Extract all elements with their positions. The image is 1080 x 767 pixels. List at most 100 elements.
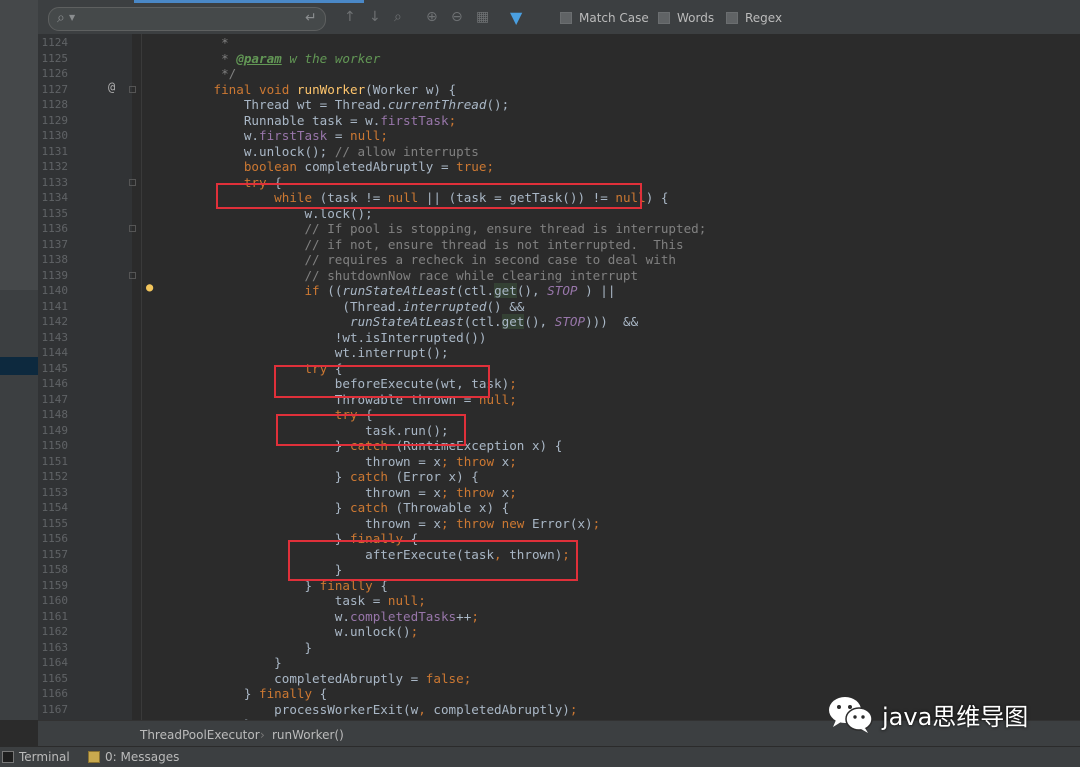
code-token: (), [516,283,548,298]
code-line[interactable]: * @param w the worker [168,51,380,67]
filter-icon[interactable]: ▼ [510,8,522,27]
line-number: 1149 [41,423,69,437]
code-token: ; [509,376,517,391]
regex-option[interactable]: Regex [726,11,782,25]
messages-tab[interactable]: 0: Messages [88,750,179,764]
terminal-tab[interactable]: Terminal [2,750,70,764]
find-in-path-icon[interactable]: ⌕ [394,9,402,25]
line-number: 1166 [41,687,69,700]
arrow-down-icon[interactable]: ↓ [369,9,381,25]
search-box[interactable]: ⌕ ▼ ↵ [48,7,326,31]
lightbulb-icon[interactable]: ● [146,280,153,294]
code-token: ; throw [440,453,502,469]
match-case-checkbox[interactable] [560,12,572,24]
code-token: (Throwable x) { [395,500,510,515]
search-icon[interactable]: ⌕ [57,10,65,26]
code-token: processWorkerExit(w [168,701,419,717]
code-line[interactable]: (Thread.interrupted() && [168,299,524,315]
code-token: (Worker w) { [365,81,457,97]
code-token: ; [410,624,419,639]
code-line[interactable]: w.unlock(); [168,624,418,640]
code-line[interactable]: final void runWorker(Worker w) { [168,82,456,98]
code-editor[interactable]: @ ● 1124 * 1125 * @param w the worker 1126… [38,34,1080,720]
code-line[interactable]: } catch (Throwable x) { [168,500,509,516]
code-token: w.unlock(); [168,143,335,159]
code-line[interactable]: !wt.isInterrupted()) [168,330,487,346]
code-token: true; [456,159,495,174]
code-line[interactable]: thrown = x; throw new Error(x); [168,516,600,532]
code-token: */ [168,66,237,81]
selected-project-item[interactable] [0,357,38,375]
code-line[interactable]: Thread wt = Thread.currentThread(); [168,97,509,113]
code-line[interactable]: thrown = x; throw x; [168,485,517,501]
code-token: completedTasks [349,608,457,624]
line-number: 1141 [41,299,69,313]
breadcrumb-method[interactable]: runWorker() [272,728,344,742]
words-option[interactable]: Words [658,11,714,25]
code-token: * [168,50,237,66]
code-line[interactable]: // if not, ensure thread is not interrup… [168,237,683,253]
messages-icon [88,751,100,763]
line-number: 1134 [41,191,69,204]
code-line[interactable]: } [168,640,312,656]
code-line[interactable]: task = null; [168,593,426,609]
fold-marker-icon[interactable] [129,271,136,279]
line-number: 1161 [41,609,69,623]
line-number: 1156 [41,532,69,545]
code-token: wt.interrupt(); [168,345,449,360]
breadcrumb-class[interactable]: ThreadPoolExecutor [140,728,260,742]
code-line[interactable]: // shutdownNow race while clearing inter… [168,268,638,284]
history-return-icon[interactable]: ↵ [305,10,317,26]
code-token: // If pool is stopping, ensure thread is… [168,221,707,236]
fold-marker-icon[interactable] [129,85,136,93]
code-line[interactable]: Runnable task = w.firstTask; [168,113,456,129]
code-line[interactable]: * [168,35,229,51]
code-token: runStateAtLeast [342,283,457,298]
code-line[interactable]: // requires a recheck in second case to … [168,252,676,268]
code-token: ) { [645,190,669,205]
code-line[interactable]: boolean completedAbruptly = true; [168,159,494,175]
code-line[interactable]: if ((runStateAtLeast(ctl.get(), STOP ) |… [168,283,615,299]
arrow-up-icon[interactable]: ↑ [344,9,356,25]
code-token: STOP [554,314,586,329]
code-token: catch [349,500,396,515]
code-token: w.unlock() [168,624,411,639]
code-line[interactable]: } finally { [168,686,327,702]
words-checkbox[interactable] [658,12,670,24]
implements-marker-icon[interactable]: @ [108,80,115,94]
code-line[interactable]: processWorkerExit(w, completedAbruptly); [168,702,577,718]
code-line[interactable]: runStateAtLeast(ctl.get(), STOP))) && [168,314,638,330]
line-number: 1126 [41,67,69,80]
code-line[interactable]: w.firstTask = null; [168,128,388,144]
match-case-label: Match Case [579,11,649,25]
fold-marker-icon[interactable] [129,178,136,186]
code-token: } [168,639,313,655]
fold-marker-icon[interactable] [129,225,136,232]
code-line[interactable]: wt.interrupt(); [168,345,449,361]
line-number: 1151 [41,454,69,468]
line-number: 1155 [41,516,69,530]
code-token: (), [524,314,555,329]
code-line[interactable]: completedAbruptly = false; [168,671,471,687]
code-token: (Error x) { [395,469,479,484]
code-line[interactable]: // If pool is stopping, ensure thread is… [168,221,706,237]
select-all-occurrences-icon[interactable]: ▦ [476,9,489,25]
code-line[interactable]: */ [168,66,236,82]
gutter-separator [141,34,142,720]
match-case-option[interactable]: Match Case [560,11,649,25]
highlight-box-before-execute [274,365,490,398]
code-line[interactable]: w.unlock(); // allow interrupts [168,144,479,160]
remove-selection-icon[interactable]: ⊖ [451,9,463,25]
regex-checkbox[interactable] [726,12,738,24]
code-line[interactable]: } catch (Error x) { [168,469,479,485]
code-line[interactable]: w.completedTasks++; [168,609,479,625]
code-token: // requires a recheck in second case to … [168,252,676,267]
code-line[interactable]: thrown = x; throw x; [168,454,517,470]
code-line[interactable]: } [168,655,282,671]
line-number: 1165 [41,671,69,685]
add-selection-icon[interactable]: ⊕ [426,9,438,25]
code-token: Error(x) [531,515,593,531]
line-number: 1163 [41,640,69,654]
search-input[interactable] [81,10,285,30]
chevron-down-icon[interactable]: ▼ [69,13,75,22]
